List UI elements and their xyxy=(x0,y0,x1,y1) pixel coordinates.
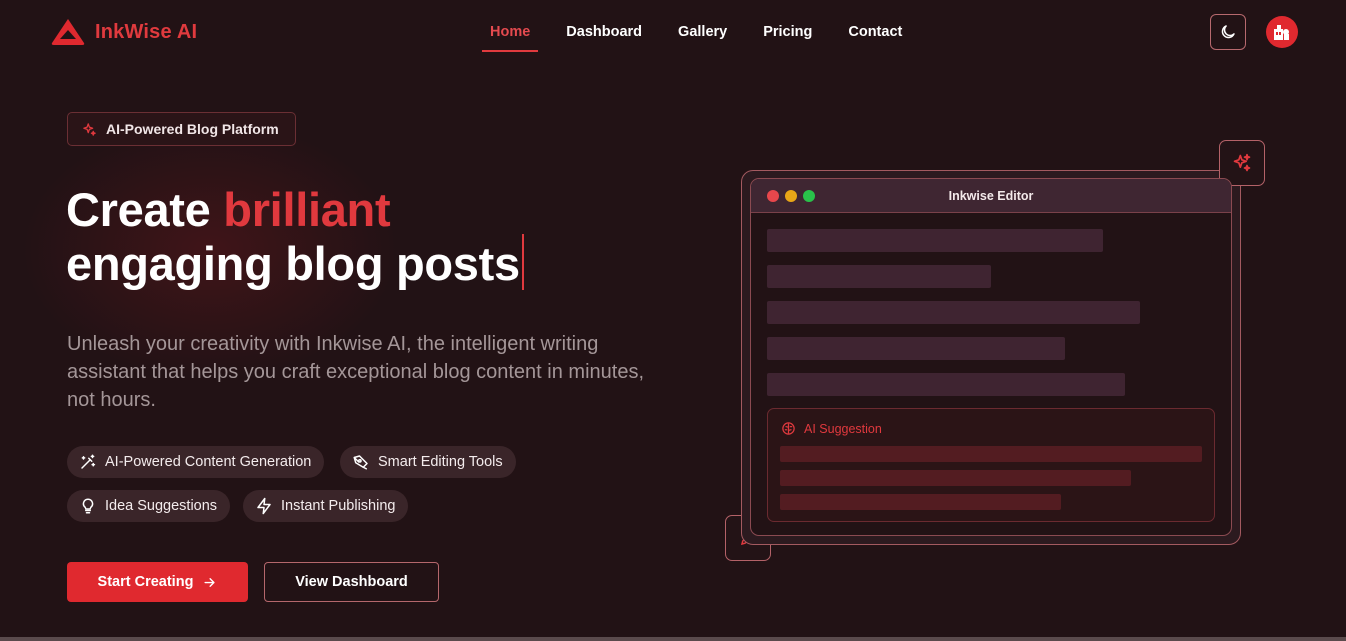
platform-badge: AI-Powered Blog Platform xyxy=(67,112,296,146)
ai-suggestion-line xyxy=(780,446,1202,462)
editor-title: Inkwise Editor xyxy=(948,188,1034,203)
brain-icon xyxy=(782,422,795,435)
headline-highlight: brilliant xyxy=(223,183,391,236)
ai-suggestion-line xyxy=(780,470,1131,486)
ai-suggestion-line xyxy=(780,494,1061,510)
hero-subtitle: Unleash your creativity with Inkwise AI,… xyxy=(67,333,645,411)
feature-label: AI-Powered Content Generation xyxy=(105,454,312,470)
brand-logo[interactable]: InkWise AI xyxy=(50,17,197,47)
avatar-figure-icon xyxy=(1274,25,1289,40)
feature-label: Idea Suggestions xyxy=(105,498,218,514)
editor-window: Inkwise Editor AI Suggestion xyxy=(750,178,1232,536)
feature-chip-content-generation: AI-Powered Content Generation xyxy=(67,446,325,478)
nav-link-dashboard[interactable]: Dashboard xyxy=(566,22,642,52)
typing-cursor xyxy=(521,234,524,290)
sparkles-icon xyxy=(83,122,96,136)
text-placeholder-line xyxy=(767,373,1125,396)
view-dashboard-button[interactable]: View Dashboard xyxy=(264,562,439,602)
window-maximize-dot[interactable] xyxy=(803,190,815,202)
nav-link-gallery[interactable]: Gallery xyxy=(678,22,727,52)
text-placeholder-line xyxy=(767,265,991,288)
badge-label: AI-Powered Blog Platform xyxy=(106,121,279,137)
magic-wand-icon xyxy=(81,454,96,469)
ai-suggestion-panel: AI Suggestion xyxy=(767,408,1215,522)
feature-chip-idea-suggestions: Idea Suggestions xyxy=(67,490,231,522)
pen-tool-icon xyxy=(353,455,368,470)
nav-link-pricing[interactable]: Pricing xyxy=(763,22,812,52)
theme-toggle-button[interactable] xyxy=(1210,14,1246,50)
lightning-icon xyxy=(257,497,271,515)
text-placeholder-line xyxy=(767,337,1065,360)
headline-line2: engaging blog posts xyxy=(66,237,520,290)
text-placeholder-line xyxy=(767,229,1103,252)
ai-suggestion-header: AI Suggestion xyxy=(781,421,882,436)
feature-label: Smart Editing Tools xyxy=(378,454,503,470)
sparkles-icon xyxy=(1233,153,1251,172)
nav-link-contact[interactable]: Contact xyxy=(848,22,902,52)
moon-icon xyxy=(1221,25,1235,39)
ai-suggestion-label: AI Suggestion xyxy=(804,421,882,436)
window-minimize-dot[interactable] xyxy=(785,190,797,202)
start-creating-label: Start Creating xyxy=(97,574,194,590)
top-nav: InkWise AI Home Dashboard Gallery Pricin… xyxy=(0,0,1346,64)
page-bottom-divider xyxy=(0,637,1346,641)
start-creating-button[interactable]: Start Creating xyxy=(67,562,248,602)
text-placeholder-line xyxy=(767,301,1140,324)
hero-headline: Create brilliant engaging blog posts xyxy=(66,185,524,290)
lightbulb-icon xyxy=(82,498,94,514)
feature-label: Instant Publishing xyxy=(281,498,396,514)
window-close-dot[interactable] xyxy=(767,190,779,202)
feature-chip-smart-editing: Smart Editing Tools xyxy=(340,446,516,478)
headline-part1: Create xyxy=(66,183,211,236)
arrow-right-icon xyxy=(204,577,215,587)
main-nav: Home Dashboard Gallery Pricing Contact xyxy=(481,22,938,52)
brand-name: InkWise AI xyxy=(95,20,198,43)
user-avatar[interactable] xyxy=(1266,16,1298,48)
red-triangle-logo-icon xyxy=(51,19,85,45)
nav-link-home[interactable]: Home xyxy=(481,22,539,52)
feature-chip-instant-publishing: Instant Publishing xyxy=(243,490,409,522)
editor-title-bar: Inkwise Editor xyxy=(751,179,1231,213)
